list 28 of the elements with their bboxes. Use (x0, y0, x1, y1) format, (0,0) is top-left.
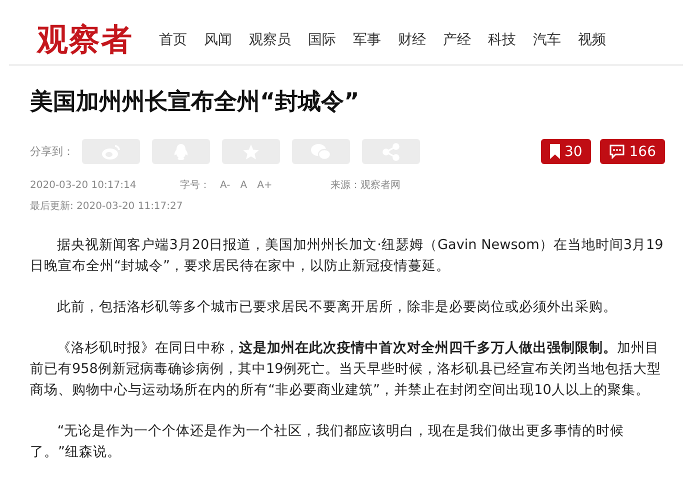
article-title: 美国加州州长宣布全州“封城令” (30, 88, 360, 117)
nav-link[interactable]: 风闻 (204, 31, 232, 49)
nav-link[interactable]: 科技 (488, 31, 516, 49)
nav-link[interactable]: 观察员 (249, 31, 291, 49)
nav-link[interactable]: 产经 (443, 31, 471, 49)
nav-link[interactable]: 视频 (578, 31, 606, 49)
bookmark-icon (550, 144, 560, 159)
font-size-link[interactable]: A+ (257, 180, 272, 190)
bookmark-button[interactable]: 30 (541, 139, 592, 164)
nav-link[interactable]: 财经 (398, 31, 426, 49)
font-size-link[interactable]: A (240, 180, 248, 190)
article-paragraph: 《洛杉矶时报》在同日中称，这是加州在此次疫情中首次对全州四千多万人做出强制限制。加州目前已有958例新冠病毒确诊病例，其中19例死亡。当天早些时候，洛杉矶县已经宣布关闭当地包括大型商场、购物中心与运动场所在内的所有“非必要商业建筑”，并禁止在封闭空间出现10人以上的聚集。 (30, 339, 662, 400)
nav-link[interactable]: 军事 (353, 31, 381, 49)
article-paragraph: “无论是作为一个个体还是作为一个社区，我们都应该明白，现在是我们做出更多事情的时候了。”纽森说。 (30, 422, 626, 462)
update-time: 最后更新: 2020-03-20 11:17:27 (30, 200, 183, 213)
nav-link[interactable]: 首页 (159, 31, 187, 49)
source-text: 来源：观察者网 (330, 178, 400, 192)
share-label: 分享到： (30, 144, 74, 159)
nav-link[interactable]: 国际 (308, 31, 336, 49)
article-paragraph: 此前，包括洛杉矶等多个城市已要求居民不要离开居所，除非是必要岗位或必须外出采购。 (56, 298, 618, 317)
font-size-label: 字号： (180, 178, 210, 192)
nav-link[interactable]: 汽车 (533, 31, 561, 49)
publish-time: 2020-03-20 10:17:14 (30, 180, 138, 190)
font-size-link[interactable]: A- (220, 180, 230, 190)
comment-icon (609, 144, 626, 159)
site-logo[interactable]: 观察者 (37, 19, 133, 61)
comment-button[interactable]: 166 (600, 139, 665, 164)
article-paragraph: 据央视新闻客户端3月20日报道，美国加州州长加文·纽瑟姆（Gavin Newsom）在当地时间3月19日晚宣布全州“封城令”，要求居民待在家中，以防止新冠疫情蔓延。 (30, 236, 664, 276)
